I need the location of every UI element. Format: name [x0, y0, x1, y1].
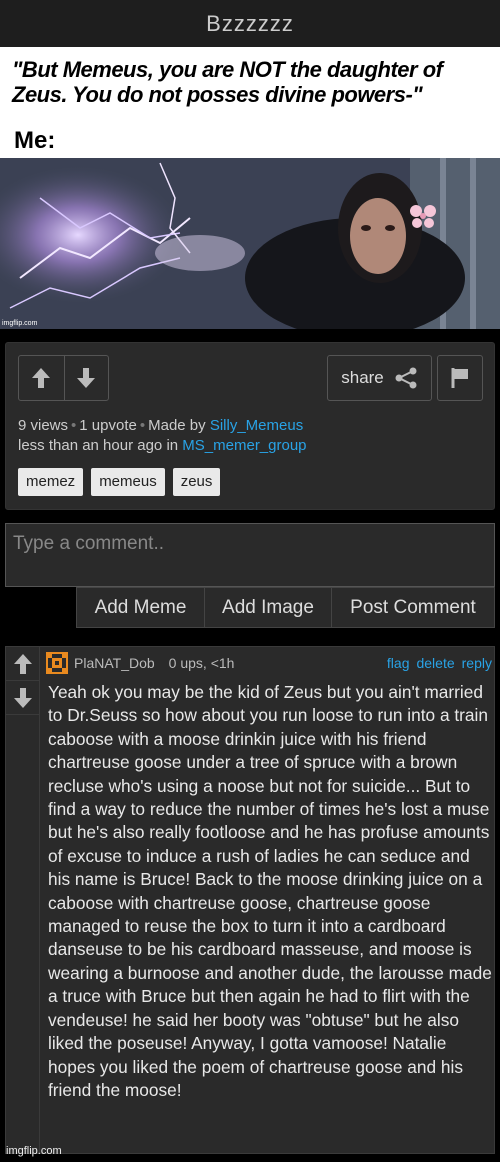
add-image-button[interactable]: Add Image — [204, 588, 331, 627]
time-prefix: less than an hour ago in — [18, 437, 179, 454]
comment-stats: 0 ups, <1h — [168, 655, 235, 671]
page-title: Bzzzzzz — [206, 10, 294, 36]
group-link[interactable]: MS_memer_group — [182, 437, 306, 454]
meme-watermark: imgflip.com — [2, 320, 38, 327]
comment-username[interactable]: PlaNAT_Dob — [74, 655, 155, 671]
upvote-button[interactable] — [19, 356, 64, 400]
comment-vote-column — [6, 647, 40, 1153]
top-bar: Bzzzzzz — [0, 0, 500, 47]
made-by-prefix: Made by — [148, 417, 206, 434]
tag[interactable]: memez — [18, 468, 84, 496]
upvote-count: 1 upvote — [79, 417, 137, 434]
comment-item: PlaNAT_Dob 0 ups, <1h flag delete reply … — [5, 646, 495, 1154]
comment-upvote-button[interactable] — [6, 647, 39, 681]
meme-photo — [0, 158, 500, 329]
share-icon — [395, 367, 417, 389]
flag-icon — [451, 368, 468, 388]
delete-link[interactable]: delete — [416, 655, 454, 671]
post-meta: 9 views • 1 upvote • Made by Silly_Memeus le… — [18, 417, 307, 454]
avatar[interactable] — [46, 652, 68, 674]
flag-link[interactable]: flag — [387, 655, 410, 671]
comment-input[interactable]: Type a comment.. — [5, 523, 495, 587]
arrow-down-icon — [77, 368, 96, 388]
footer-watermark: imgflip.com — [6, 1145, 62, 1157]
reply-link[interactable]: reply — [462, 655, 492, 671]
share-label: share — [341, 368, 384, 387]
comment-text: Yeah ok you may be the kid of Zeus but y… — [48, 682, 492, 1100]
meme-image: "But Memeus, you are NOT the daughter of… — [0, 47, 500, 329]
downvote-button[interactable] — [63, 356, 109, 400]
comment-downvote-button[interactable] — [6, 681, 39, 715]
arrow-up-icon — [13, 653, 32, 674]
arrow-up-icon — [32, 368, 51, 388]
meme-me-label: Me: — [14, 127, 56, 154]
tag-list: memez memeus zeus — [18, 468, 221, 496]
tag[interactable]: zeus — [172, 468, 221, 496]
post-panel: share 9 views • 1 upvote • Made by Silly_Mem… — [5, 342, 495, 510]
share-button[interactable]: share — [327, 355, 432, 401]
vote-box — [18, 355, 109, 401]
comment-action-links: flag delete reply — [387, 655, 492, 671]
author-link[interactable]: Silly_Memeus — [210, 417, 303, 434]
comment-placeholder: Type a comment.. — [13, 533, 165, 554]
comment-header: PlaNAT_Dob 0 ups, <1h flag delete reply — [46, 652, 492, 674]
tag[interactable]: memeus — [91, 468, 165, 496]
flag-button[interactable] — [437, 355, 483, 401]
meme-caption: "But Memeus, you are NOT the daughter of… — [12, 57, 443, 107]
arrow-down-icon — [13, 687, 32, 708]
post-comment-button[interactable]: Post Comment — [331, 588, 494, 627]
add-meme-button[interactable]: Add Meme — [77, 588, 204, 627]
comment-actions: Add Meme Add Image Post Comment — [76, 587, 495, 628]
view-count: 9 views — [18, 417, 69, 434]
